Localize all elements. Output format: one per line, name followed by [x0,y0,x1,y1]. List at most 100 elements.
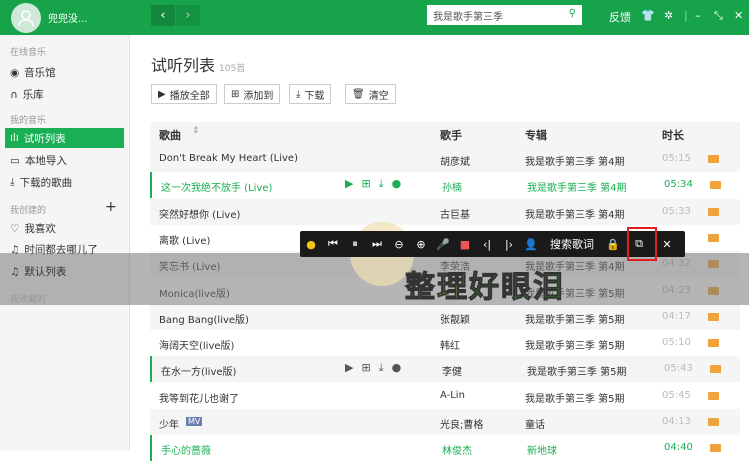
sidebar-item-favorites[interactable]: ♡ 我喜欢 [10,221,56,236]
mic-icon[interactable]: 🎤 [432,238,454,251]
song-title[interactable]: 我等到花儿也谢了 [159,390,239,405]
table-row[interactable]: 海阔天空(live版) 韩红 我是歌手第三季 第5期 05:10 [150,330,740,356]
label: 我喜欢 [24,223,56,235]
duration: 05:33 [662,205,691,217]
lock-icon[interactable]: 🔒 [602,238,624,251]
back-button[interactable]: ‹ [151,5,175,26]
label: 下载的歌曲 [19,177,73,189]
album[interactable]: 新地球 [527,442,557,457]
lyrics-back-icon[interactable]: ‹| [476,238,498,251]
album[interactable]: 我是歌手第三季 第4期 [525,206,625,221]
table-row[interactable]: 手心的蔷薇 林俊杰 新地球 04:40 [150,435,740,461]
play-icon[interactable]: ▶ [345,177,353,191]
singer[interactable]: 光良;曹格 [440,416,483,431]
song-title[interactable]: 离歌 (Live) [159,232,210,247]
download-button[interactable]: ⤓ 下载 [289,84,332,104]
album[interactable]: 我是歌手第三季 第4期 [527,179,627,194]
album[interactable]: 我是歌手第三季 第5期 [527,363,627,378]
label: 默认列表 [24,266,67,278]
headphones-icon: ∩ [10,88,18,101]
label: 清空 [368,90,389,102]
divider: | [684,9,688,22]
color-icon[interactable]: ■ [454,238,476,251]
clear-button[interactable]: 🗑 清空 [345,84,396,104]
zoom-out-icon[interactable]: ⊖ [388,238,410,251]
download-icon[interactable]: ⤓ [379,361,384,375]
close-icon[interactable]: ✕ [734,9,743,22]
duration: 05:34 [664,179,693,191]
avatar[interactable] [11,3,41,33]
mini-mode-icon[interactable]: ⤡ [714,9,723,23]
album[interactable]: 我是歌手第三季 第5期 [525,311,625,326]
mv-badge[interactable]: MV [186,417,203,426]
next-icon[interactable]: ⏭ [366,237,388,251]
search-icon[interactable]: ⚲ [569,8,576,19]
sidebar-item-library[interactable]: ∩ 乐库 [10,87,44,102]
song-title[interactable]: Don't Break My Heart (Live) [159,153,298,164]
song-title[interactable]: 手心的蔷薇 [161,442,211,457]
duration: 05:10 [662,337,691,349]
prev-icon[interactable]: ⏮ [322,237,344,251]
table-header: 歌曲 ⇕ 歌手 专辑 时长 [150,122,740,146]
pause-icon[interactable]: ⏸ [344,237,366,251]
play-icon[interactable]: ▶ [345,361,353,375]
sidebar-item-trial-list[interactable]: ılı 试听列表 [5,128,124,148]
album[interactable]: 我是歌手第三季 第4期 [525,153,625,168]
add-playlist-icon[interactable]: + [105,199,117,215]
bars-icon: ılı [10,132,19,144]
singer[interactable]: 古巨基 [440,206,470,221]
col-song[interactable]: 歌曲 [159,127,181,143]
table-row[interactable]: Bang Bang(live版) 张靓颖 我是歌手第三季 第5期 04:17 [150,303,740,330]
more-icon[interactable]: ● [392,177,402,191]
add-icon[interactable]: ⊞ [361,177,370,191]
download-icon: ⤓ [296,88,301,100]
search-input[interactable]: 我是歌手第三季 ⚲ [427,5,582,25]
lyrics-line: 整理好眼泪 [405,262,565,306]
album[interactable]: 童话 [525,416,545,431]
table-row[interactable]: 突然好想你 (Live) 古巨基 我是歌手第三季 第4期 05:33 [150,198,740,225]
gear-icon[interactable]: ✲ [664,9,673,22]
singer[interactable]: 孙楠 [442,179,462,194]
sidebar-item-default-list[interactable]: ♫ 默认列表 [10,264,66,279]
album[interactable]: 我是歌手第三季 第5期 [525,390,625,405]
table-row[interactable]: 我等到花儿也谢了 A-Lin 我是歌手第三季 第5期 05:45 [150,383,740,409]
table-row[interactable]: 少年 MV 光良;曹格 童话 04:13 [150,409,740,435]
song-title[interactable]: 海阔天空(live版) [159,337,234,352]
username[interactable]: 兜兜没... [48,10,88,25]
more-icon[interactable]: ● [392,361,402,375]
singer[interactable]: 林俊杰 [442,442,472,457]
add-to-button[interactable]: ⊞ 添加到 [224,84,281,104]
song-title[interactable]: 在水一方(live版) [161,363,236,378]
table-row[interactable]: 在水一方(live版) ▶ ⊞ ⤓ ● 李健 我是歌手第三季 第5期 05:43 [150,356,740,383]
minimize-icon[interactable]: – [695,9,701,22]
feedback-link[interactable]: 反馈 [609,9,631,25]
skin-icon[interactable]: 👕 [641,9,655,22]
col-duration: 时长 [662,129,684,142]
song-title[interactable]: 少年 [159,416,179,431]
song-title[interactable]: Bang Bang(live版) [159,311,249,326]
song-title[interactable]: 突然好想你 (Live) [159,206,240,221]
singer[interactable]: 胡彦斌 [440,153,470,168]
singer-icon[interactable]: 👤 [520,238,542,251]
add-icon[interactable]: ⊞ [361,361,370,375]
zoom-in-icon[interactable]: ⊕ [410,238,432,251]
search-lyrics-button[interactable]: 搜索歌词 [542,236,602,252]
sidebar-item-local-import[interactable]: ▭ 本地导入 [10,153,67,168]
song-title[interactable]: 这一次我绝不放手 (Live) [161,179,272,194]
sidebar-item-music-hall[interactable]: ◉ 音乐馆 [10,65,56,80]
sidebar-item-downloaded[interactable]: ⤓ 下载的歌曲 [10,175,72,190]
singer[interactable]: 张靓颖 [440,311,470,326]
singer[interactable]: 李健 [442,363,462,378]
lyrics-forward-icon[interactable]: |› [498,238,520,251]
quality-icon [710,181,721,190]
singer[interactable]: 韩红 [440,337,460,352]
forward-button[interactable]: › [176,5,200,26]
download-icon[interactable]: ⤓ [379,177,384,191]
table-row[interactable]: 这一次我绝不放手 (Live) ▶ ⊞ ⤓ ● 孙楠 我是歌手第三季 第4期 05:34 [150,172,740,199]
singer[interactable]: A-Lin [440,390,465,401]
play-all-button[interactable]: ▶ 播放全部 [151,84,217,104]
close-lyrics-icon[interactable]: ✕ [656,238,678,251]
sort-icon[interactable]: ⇕ [192,126,200,136]
album[interactable]: 我是歌手第三季 第5期 [525,337,625,352]
table-row[interactable]: Don't Break My Heart (Live) 胡彦斌 我是歌手第三季 第4… [150,146,740,172]
